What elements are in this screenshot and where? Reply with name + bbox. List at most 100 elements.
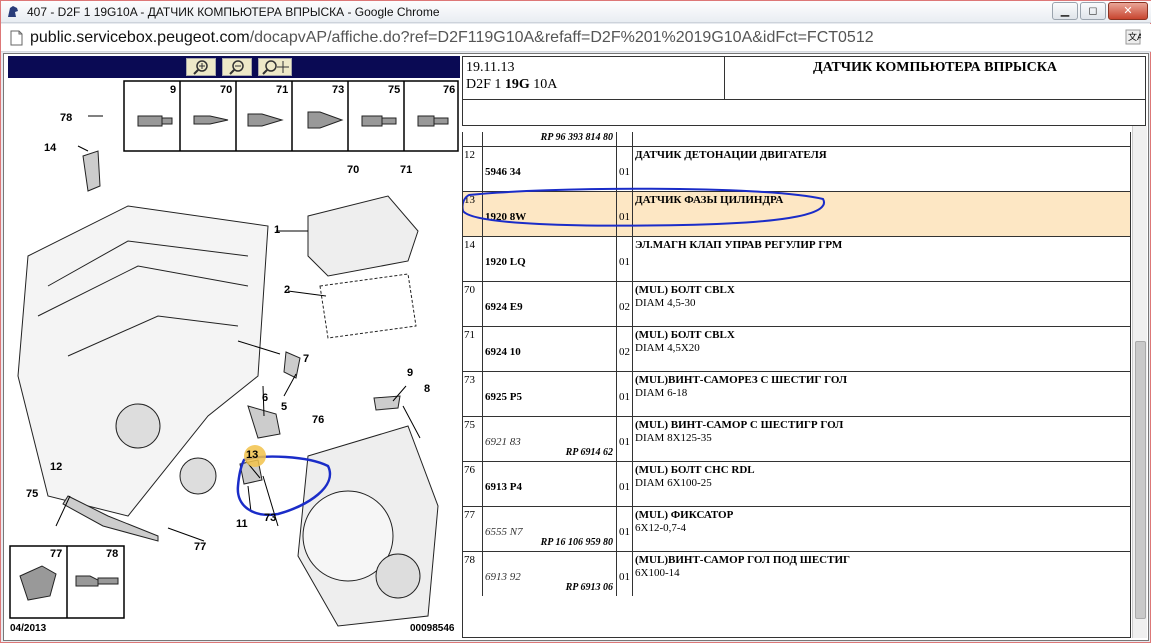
table-row[interactable]: 70 6924 E9 02 (MUL) БОЛТ CBLX DIAM 4,5-30 <box>463 281 1130 326</box>
minimize-button[interactable]: ▁ <box>1052 2 1078 20</box>
part-label-6[interactable]: 6 <box>262 392 268 404</box>
row-quantity: 01 <box>617 552 633 596</box>
thumb-label-76: 76 <box>443 84 456 96</box>
part-label-11[interactable]: 11 <box>236 518 248 530</box>
row-number: 14 <box>463 237 483 281</box>
maximize-button[interactable]: ◻ <box>1080 2 1106 20</box>
part-label-78[interactable]: 78 <box>60 112 72 124</box>
table-row[interactable]: 75 6921 83 RP 6914 62 01 (MUL) ВИНТ-САМОР С … <box>463 416 1130 461</box>
description-title: (MUL) БОЛТ CHC RDL <box>635 464 755 476</box>
part-label-70[interactable]: 70 <box>347 164 359 176</box>
row-description: ДАТЧИК ФАЗЫ ЦИЛИНДРА <box>635 194 1130 207</box>
header-title: ДАТЧИК КОМПЬЮТЕРА ВПРЫСКА <box>812 60 1058 75</box>
part-label-2[interactable]: 2 <box>284 284 290 296</box>
part-label-14[interactable]: 14 <box>44 142 56 154</box>
close-button[interactable]: ✕ <box>1108 2 1148 20</box>
table-row[interactable]: 76 6913 P4 01 (MUL) БОЛТ CHC RDL DIAM 6X100-… <box>463 461 1130 506</box>
row-quantity: 01 <box>617 237 633 281</box>
table-row[interactable]: 77 6555 N7 RP 16 106 959 80 01 (MUL) ФИКСАТО… <box>463 506 1130 551</box>
row-description: (MUL)ВИНТ-САМОРЕЗ С ШЕСТИГ ГОЛ DIAM 6-18 <box>635 374 1130 400</box>
replacement-code[interactable]: RP 96 393 814 80 <box>541 132 613 143</box>
peugeot-lion-icon <box>8 6 18 17</box>
reference-code[interactable]: 1920 8W <box>485 211 526 223</box>
row-description: (MUL) ВИНТ-САМОР С ШЕСТИГР ГОЛ DIAM 8X125… <box>635 419 1130 445</box>
row-number: 13 <box>463 192 483 236</box>
browser-window: 407 - D2F 1 19G10A - ДАТЧИК КОМПЬЮТЕРА В… <box>0 0 1151 643</box>
reference-code[interactable]: 1920 AJ <box>485 132 521 133</box>
table-row[interactable]: 73 6925 P5 01 (MUL)ВИНТ-САМОРЕЗ С ШЕСТИГ ГО… <box>463 371 1130 416</box>
content-area: 9 70 71 73 75 76 77 78 78 14 70 71 1 2 7… <box>3 53 1149 641</box>
scrollbar-thumb[interactable] <box>1135 341 1146 619</box>
table-row[interactable]: 13 1920 8W 01 ДАТЧИК ФАЗЫ ЦИЛИНДРА <box>463 191 1130 236</box>
row-reference: 6913 P4 <box>483 462 617 506</box>
row-number: 75 <box>463 417 483 461</box>
page-icon <box>10 30 23 46</box>
row-description: (MUL)ВИНТ-САМОР ГОЛ ПОД ШЕСТИГ 6X100-14 <box>635 554 1130 580</box>
description-title: (MUL)ВИНТ-САМОРЕЗ С ШЕСТИГ ГОЛ <box>635 374 848 386</box>
description-spec: 6X100-14 <box>635 567 680 579</box>
row-description: ЭЛ.МАГН КЛАП УПРАВ РЕГУЛИР ГРМ <box>635 239 1130 252</box>
diagram-date: 04/2013 <box>10 623 47 634</box>
part-label-77[interactable]: 77 <box>194 541 206 553</box>
description-title: (MUL) БОЛТ CBLX <box>635 329 735 341</box>
reference-code[interactable]: 1920 LQ <box>485 256 526 268</box>
part-label-13[interactable]: 13 <box>246 449 258 461</box>
description-title: ЭЛ.МАГН КЛАП УПРАВ РЕГУЛИР ГРМ <box>635 239 843 251</box>
reference-code[interactable]: 6555 N7 <box>485 526 523 538</box>
row-quantity: 01 <box>617 417 633 461</box>
parts-header: 19.11.13 D2F 1 19G 10A ДАТЧИК КОМПЬЮТЕРА… <box>462 56 1146 126</box>
table-row[interactable]: 71 6924 10 02 (MUL) БОЛТ CBLX DIAM 4,5X20 <box>463 326 1130 371</box>
row-quantity: 01 <box>617 372 633 416</box>
row-number: 77 <box>463 507 483 551</box>
diagram-code: 00098546 <box>410 623 455 634</box>
table-row[interactable]: 12 5946 34 01 ДАТЧИК ДЕТОНАЦИИ ДВИГАТЕЛЯ <box>463 146 1130 191</box>
part-label-75[interactable]: 75 <box>26 488 38 500</box>
part-label-71[interactable]: 71 <box>400 164 412 176</box>
description-spec: DIAM 4,5X20 <box>635 342 700 354</box>
row-description: (MUL) ФИКСАТОР 6X12-0,7-4 <box>635 509 1130 535</box>
row-number: 71 <box>463 327 483 371</box>
header-date: 19.11.13 <box>466 60 515 75</box>
row-quantity: 01 <box>617 462 633 506</box>
parts-table: 111920 AJRP 96 393 814 8001ДАТЧИК ДАВЛЕН… <box>462 132 1131 638</box>
row-reference: 5946 34 <box>483 147 617 191</box>
reference-code[interactable]: 6913 92 <box>485 571 521 583</box>
part-label-7[interactable]: 7 <box>303 353 309 365</box>
table-row[interactable]: 78 6913 92 RP 6913 06 01 (MUL)ВИНТ-САМОР ГОЛ… <box>463 551 1130 596</box>
part-label-8[interactable]: 8 <box>424 383 430 395</box>
table-row[interactable]: 14 1920 LQ 01 ЭЛ.МАГН КЛАП УПРАВ РЕГУЛИР ГР… <box>463 236 1130 281</box>
description-title: ДАТЧИК ФАЗЫ ЦИЛИНДРА <box>635 194 784 206</box>
row-reference: 6555 N7 RP 16 106 959 80 <box>483 507 617 551</box>
replacement-code[interactable]: RP 16 106 959 80 <box>541 537 613 548</box>
reference-code[interactable]: 6921 83 <box>485 436 521 448</box>
part-label-76[interactable]: 76 <box>312 414 324 426</box>
reference-code[interactable]: 6924 E9 <box>485 301 523 313</box>
table-row[interactable]: 111920 AJRP 96 393 814 8001ДАТЧИК ДАВЛЕН… <box>463 132 1130 146</box>
replacement-code[interactable]: RP 6914 62 <box>566 447 613 458</box>
part-label-5[interactable]: 5 <box>281 401 287 413</box>
url-text[interactable]: public.servicebox.peugeot.com/docapvAP/a… <box>30 29 874 47</box>
reference-code[interactable]: 6913 P4 <box>485 481 522 493</box>
address-bar[interactable]: public.servicebox.peugeot.com/docapvAP/a… <box>1 24 1151 52</box>
translate-icon[interactable]: 文A <box>1125 29 1141 45</box>
part-label-1[interactable]: 1 <box>274 224 280 236</box>
thumb-label-9: 9 <box>170 84 177 96</box>
scrollbar[interactable] <box>1132 126 1147 638</box>
replacement-code[interactable]: RP 6913 06 <box>566 582 613 593</box>
part-label-12[interactable]: 12 <box>50 461 62 473</box>
reference-code[interactable]: 5946 34 <box>485 166 521 178</box>
part-label-73[interactable]: 73 <box>264 512 276 524</box>
exploded-diagram: 9 70 71 73 75 76 77 78 78 14 70 71 1 2 7… <box>8 56 460 638</box>
diagram-drawing <box>9 80 459 627</box>
row-reference: 6924 E9 <box>483 282 617 326</box>
row-reference: 6924 10 <box>483 327 617 371</box>
row-quantity: 01 <box>617 132 633 146</box>
row-reference: 1920 8W <box>483 192 617 236</box>
window-title: 407 - D2F 1 19G10A - ДАТЧИК КОМПЬЮТЕРА В… <box>27 5 440 19</box>
row-number: 73 <box>463 372 483 416</box>
reference-code[interactable]: 6925 P5 <box>485 391 522 403</box>
row-quantity: 01 <box>617 192 633 236</box>
part-label-9[interactable]: 9 <box>407 367 413 379</box>
thumb-label-71: 71 <box>276 84 289 96</box>
reference-code[interactable]: 6924 10 <box>485 346 521 358</box>
